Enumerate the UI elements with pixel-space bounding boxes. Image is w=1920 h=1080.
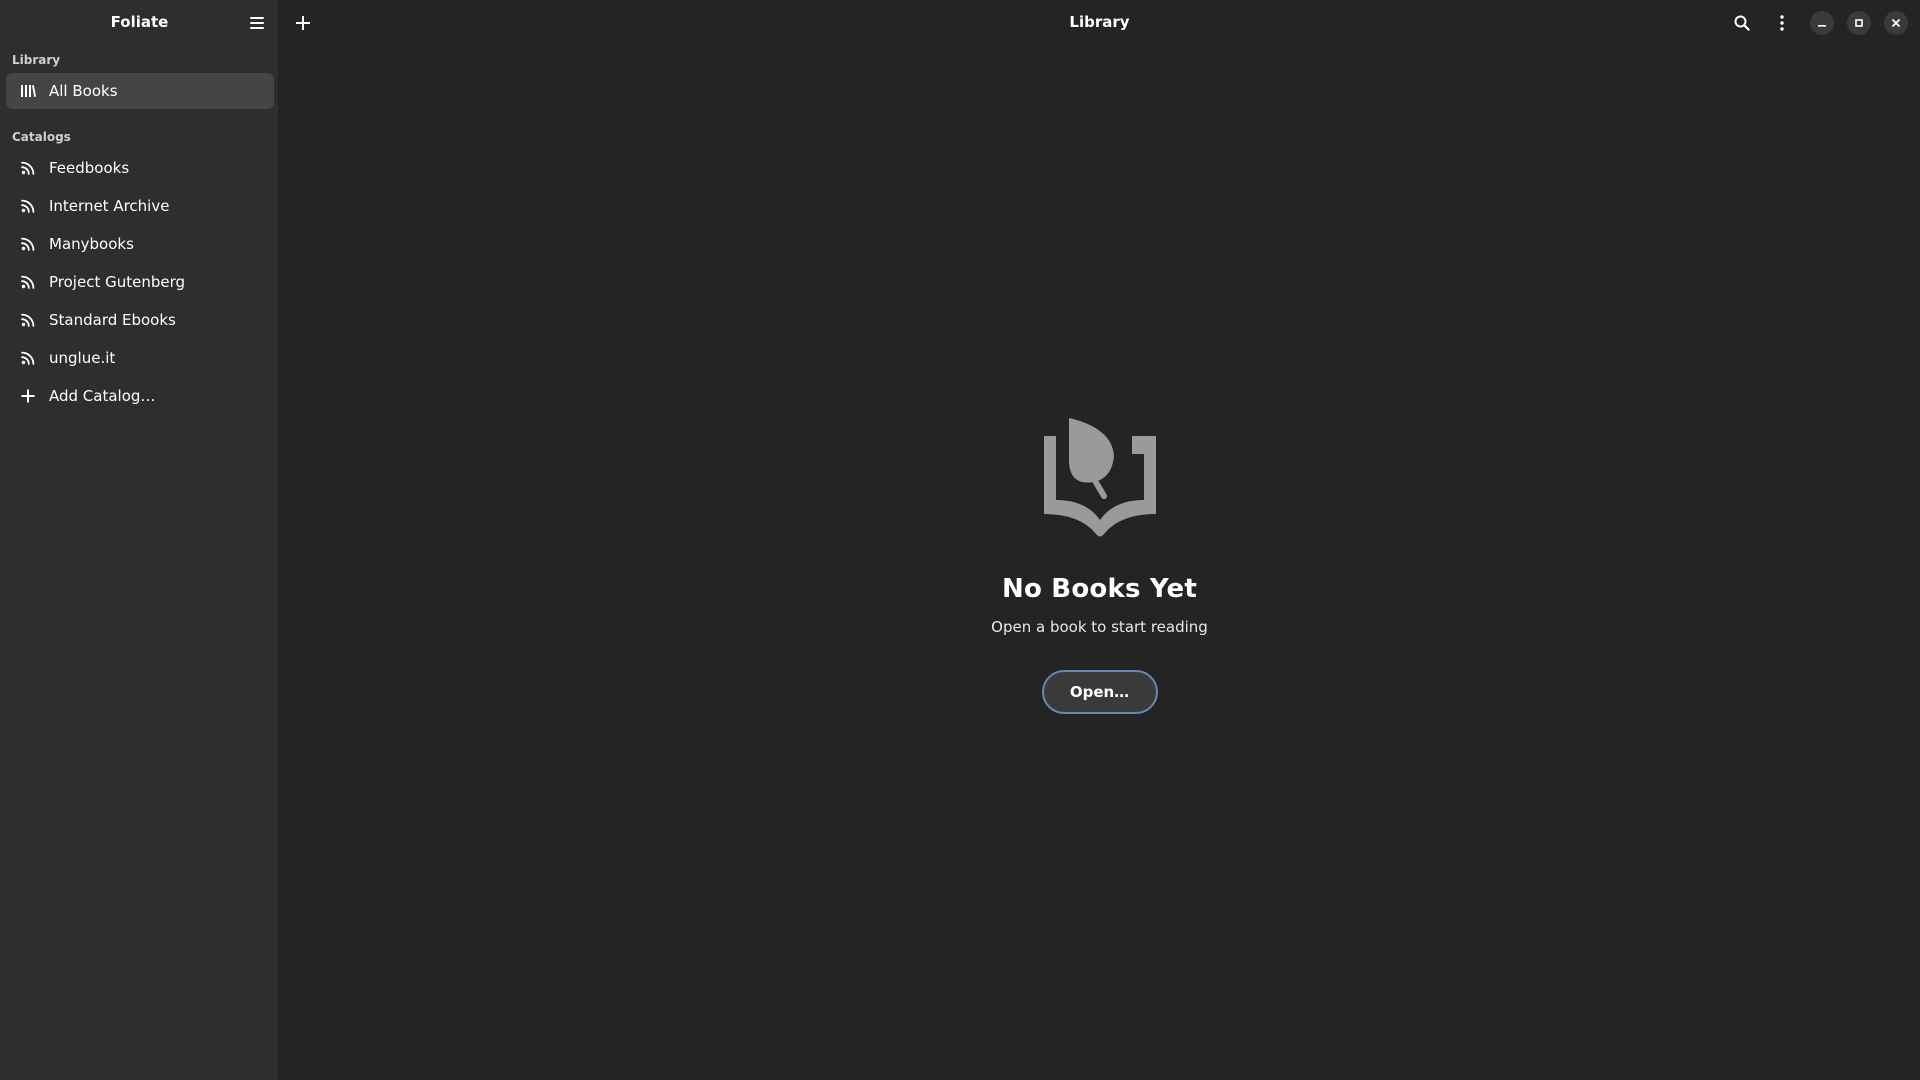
foliate-window: Foliate Library All Books Catalogs Feedb…	[0, 0, 1920, 1080]
rss-icon	[20, 160, 36, 176]
add-catalog-label: Add Catalog…	[49, 387, 156, 405]
sidebar-item-label: Project Gutenberg	[49, 273, 186, 291]
maximize-button[interactable]	[1847, 11, 1871, 35]
rss-icon	[20, 236, 36, 252]
add-catalog-button[interactable]: Add Catalog…	[6, 378, 274, 414]
rss-icon	[20, 350, 36, 366]
library-icon	[20, 83, 36, 99]
search-button[interactable]	[1727, 8, 1757, 38]
sidebar-header: Foliate	[0, 0, 278, 46]
rss-icon	[20, 312, 36, 328]
page-title: Library	[1069, 13, 1130, 31]
library-section-label: Library	[12, 53, 61, 67]
open-book-button[interactable]: Open…	[1041, 670, 1158, 714]
empty-state-subtitle: Open a book to start reading	[991, 618, 1208, 636]
sidebar-item-label: Feedbooks	[49, 159, 130, 177]
sidebar-item-label: Standard Ebooks	[49, 311, 176, 329]
main-content: Library No Books Yet Open a book to star…	[279, 0, 1920, 1080]
app-title: Foliate	[110, 13, 169, 31]
sidebar-item-all-books[interactable]: All Books	[6, 73, 274, 109]
sidebar-item-label: Internet Archive	[49, 197, 170, 215]
close-button[interactable]	[1884, 11, 1908, 35]
more-options-button[interactable]	[1767, 8, 1797, 38]
close-icon	[1892, 19, 1900, 27]
sidebar-item-feedbooks[interactable]: Feedbooks	[6, 150, 274, 186]
main-menu-button[interactable]	[242, 8, 272, 38]
foliate-book-leaf-icon	[1043, 418, 1156, 537]
empty-state-title: No Books Yet	[1002, 574, 1197, 604]
plus-icon	[20, 388, 36, 404]
sidebar: Foliate Library All Books Catalogs Feedb…	[0, 0, 279, 1080]
sidebar-item-project-gutenberg[interactable]: Project Gutenberg	[6, 264, 274, 300]
minimize-button[interactable]	[1810, 11, 1834, 35]
sidebar-item-manybooks[interactable]: Manybooks	[6, 226, 274, 262]
search-icon	[1734, 15, 1750, 31]
sidebar-item-internet-archive[interactable]: Internet Archive	[6, 188, 274, 224]
rss-icon	[20, 274, 36, 290]
rss-icon	[20, 198, 36, 214]
sidebar-item-unglue-it[interactable]: unglue.it	[6, 340, 274, 376]
sidebar-item-label: Manybooks	[49, 235, 134, 253]
sidebar-item-label: All Books	[49, 82, 118, 100]
maximize-icon	[1855, 19, 1863, 27]
add-book-button[interactable]	[288, 8, 318, 38]
catalogs-section-label: Catalogs	[12, 130, 71, 144]
plus-icon	[296, 16, 310, 30]
sidebar-item-standard-ebooks[interactable]: Standard Ebooks	[6, 302, 274, 338]
minimize-icon	[1818, 25, 1826, 27]
hamburger-icon	[250, 17, 264, 29]
empty-state: No Books Yet Open a book to start readin…	[279, 418, 1920, 714]
kebab-menu-icon	[1780, 15, 1784, 31]
sidebar-item-label: unglue.it	[49, 349, 116, 367]
